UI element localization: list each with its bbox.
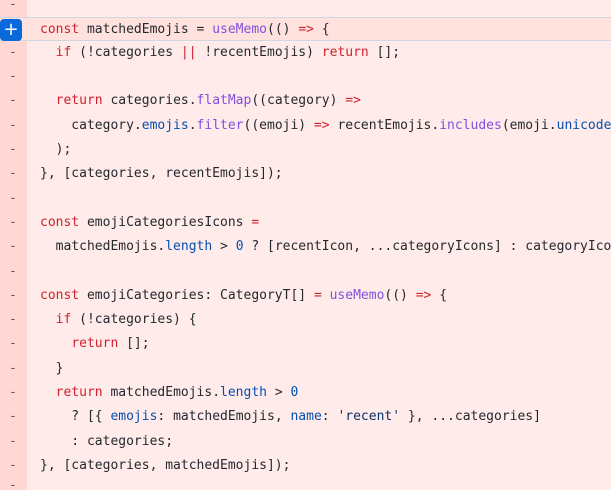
code-line: if (!categories || !recentEmojis) return… bbox=[55, 45, 401, 60]
diff-line[interactable]: - bbox=[0, 65, 611, 89]
diff-line[interactable]: - ); bbox=[0, 138, 611, 162]
diff-line[interactable]: - bbox=[0, 187, 611, 211]
removed-line-marker: - bbox=[9, 0, 17, 12]
removed-line-marker: - bbox=[9, 239, 17, 254]
diff-line-highlighted[interactable]: const matchedEmojis = useMemo(() => { bbox=[0, 17, 611, 42]
diff-line[interactable]: - const emojiCategories: CategoryT[] = u… bbox=[0, 284, 611, 308]
diff-line[interactable]: - if (!categories || !recentEmojis) retu… bbox=[0, 41, 611, 65]
removed-line-marker: - bbox=[9, 312, 17, 327]
code-line: : categories; bbox=[40, 434, 174, 449]
diff-line[interactable]: - bbox=[0, 0, 611, 17]
removed-line-marker: - bbox=[9, 434, 17, 449]
removed-line-marker: - bbox=[9, 336, 17, 351]
diff-line[interactable]: - const emojiCategoriesIcons = bbox=[0, 211, 611, 235]
code-line: return []; bbox=[71, 336, 150, 351]
plus-icon: + bbox=[3, 19, 19, 40]
removed-line-marker: - bbox=[9, 191, 17, 206]
removed-line-marker: - bbox=[9, 215, 17, 230]
code-line: } bbox=[40, 361, 64, 376]
removed-line-marker: - bbox=[9, 409, 17, 424]
code-line: const emojiCategories: CategoryT[] = use… bbox=[40, 288, 448, 303]
code-line: if (!categories) { bbox=[55, 312, 197, 327]
diff-line[interactable]: - matchedEmojis.length > 0 ? [recentIcon… bbox=[0, 235, 611, 259]
diff-line[interactable]: - : categories; bbox=[0, 430, 611, 454]
removed-line-marker: - bbox=[9, 93, 17, 108]
diff-line[interactable]: - } bbox=[0, 357, 611, 381]
diff-line[interactable]: - }, [categories, recentEmojis]); bbox=[0, 162, 611, 186]
diff-line[interactable]: - category.emojis.filter((emoji) => rece… bbox=[0, 114, 611, 138]
removed-line-marker: - bbox=[9, 264, 17, 279]
add-comment-button[interactable]: + bbox=[0, 19, 22, 41]
removed-line-marker: - bbox=[9, 118, 17, 133]
code-line: const matchedEmojis = useMemo(() => { bbox=[40, 22, 330, 37]
diff-line[interactable]: - return matchedEmojis.length > 0 bbox=[0, 381, 611, 405]
code-line: return matchedEmojis.length > 0 bbox=[55, 385, 299, 400]
diff-line[interactable]: - ? [{ emojis: matchedEmojis, name: 'rec… bbox=[0, 405, 611, 429]
diff-view: + - const matchedEmojis = useMemo(() => … bbox=[0, 0, 611, 490]
diff-line[interactable]: - bbox=[0, 260, 611, 284]
diff-line[interactable]: - return categories.flatMap((category) =… bbox=[0, 89, 611, 113]
diff-line[interactable]: - bbox=[0, 474, 611, 490]
diff-line[interactable]: - if (!categories) { bbox=[0, 308, 611, 332]
code-line: category.emojis.filter((emoji) => recent… bbox=[40, 118, 611, 133]
code-line: }, [categories, recentEmojis]); bbox=[40, 166, 283, 181]
removed-line-marker: - bbox=[9, 478, 17, 490]
removed-line-marker: - bbox=[9, 361, 17, 376]
code-line: return categories.flatMap((category) => bbox=[55, 93, 361, 108]
removed-line-marker: - bbox=[9, 288, 17, 303]
diff-line[interactable]: - return []; bbox=[0, 332, 611, 356]
code-line: matchedEmojis.length > 0 ? [recentIcon, … bbox=[40, 239, 611, 254]
code-line: ? [{ emojis: matchedEmojis, name: 'recen… bbox=[40, 409, 541, 424]
code-line: const emojiCategoriesIcons = bbox=[40, 215, 260, 230]
removed-line-marker: - bbox=[9, 166, 17, 181]
removed-line-marker: - bbox=[9, 69, 17, 84]
removed-line-marker: - bbox=[9, 142, 17, 157]
code-line: ); bbox=[40, 142, 72, 157]
removed-line-marker: - bbox=[9, 45, 17, 60]
removed-line-marker: - bbox=[9, 385, 17, 400]
